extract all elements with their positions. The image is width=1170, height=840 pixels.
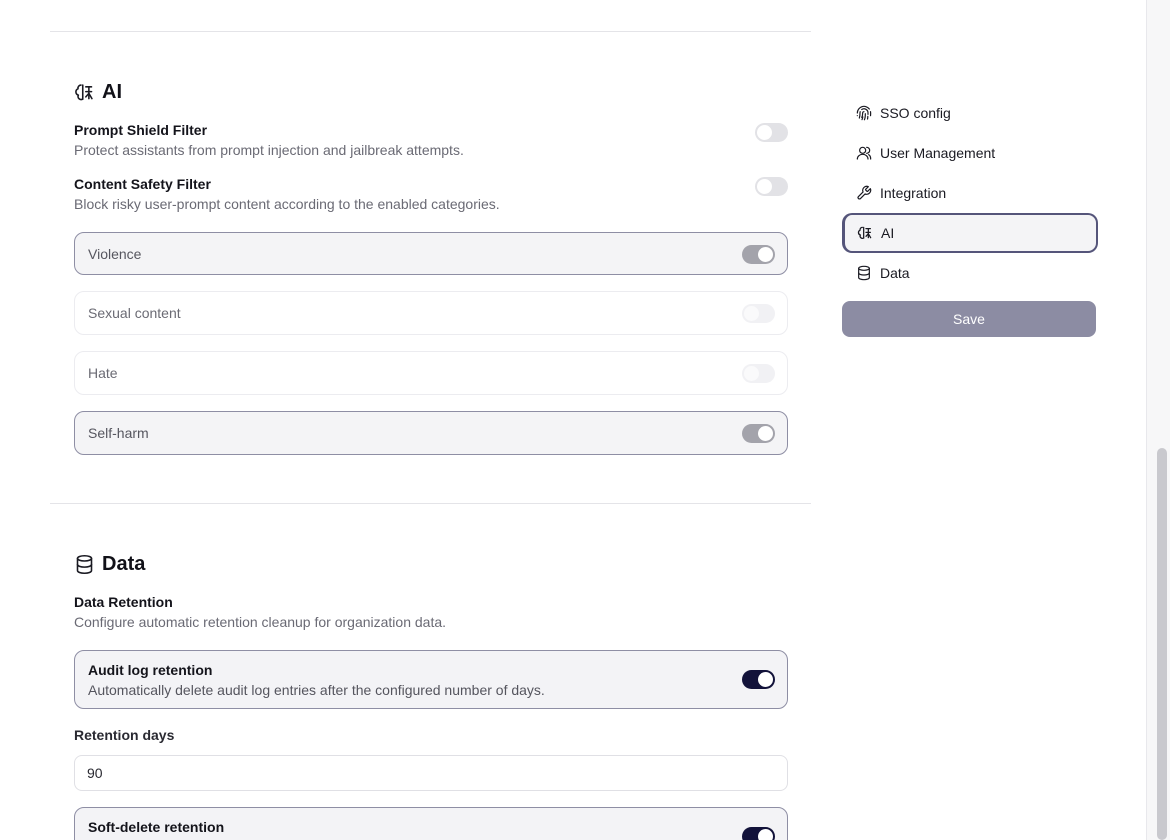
- category-self-harm[interactable]: Self-harm: [74, 411, 788, 455]
- retention-days-label: Retention days: [74, 727, 175, 743]
- prompt-shield-toggle[interactable]: [755, 123, 788, 142]
- category-hate[interactable]: Hate: [74, 351, 788, 395]
- category-label: Violence: [88, 246, 142, 262]
- prompt-shield-description: Protect assistants from prompt injection…: [74, 142, 464, 158]
- data-retention-title: Data Retention: [74, 594, 173, 610]
- soft-delete-retention-title: Soft-delete retention: [88, 819, 225, 835]
- category-violence[interactable]: Violence: [74, 232, 788, 275]
- database-icon: [856, 265, 872, 281]
- nav-item-label: SSO config: [880, 105, 951, 121]
- database-icon: [74, 554, 95, 575]
- category-label: Sexual content: [88, 305, 181, 321]
- audit-log-retention-toggle[interactable]: [742, 670, 775, 689]
- nav-item-integration[interactable]: Integration: [842, 173, 1098, 213]
- data-retention-description: Configure automatic retention cleanup fo…: [74, 614, 447, 630]
- audit-log-retention-title: Audit log retention: [88, 662, 213, 678]
- data-retention-setting: Data Retention Configure automatic reten…: [74, 594, 788, 630]
- audit-log-retention-card[interactable]: Audit log retention Automatically delete…: [74, 650, 788, 709]
- content-safety-title: Content Safety Filter: [74, 176, 211, 192]
- ai-section-header: AI: [74, 81, 788, 104]
- nav-item-label: User Management: [880, 145, 996, 161]
- save-button[interactable]: Save: [842, 301, 1096, 337]
- audit-log-retention-description: Automatically delete audit log entries a…: [88, 682, 545, 698]
- users-icon: [856, 145, 872, 161]
- prompt-shield-title: Prompt Shield Filter: [74, 122, 208, 138]
- category-label: Self-harm: [88, 425, 149, 441]
- ai-section: AI: [74, 81, 788, 104]
- section-divider: [50, 503, 811, 504]
- category-sexual-content-toggle[interactable]: [742, 304, 775, 323]
- category-hate-toggle[interactable]: [742, 364, 775, 383]
- prompt-shield-setting: Prompt Shield Filter Protect assistants …: [74, 122, 788, 158]
- soft-delete-retention-toggle[interactable]: [742, 827, 775, 840]
- section-divider-top: [50, 31, 811, 32]
- nav-item-sso-config[interactable]: SSO config: [842, 93, 1098, 133]
- ai-brain-icon: [74, 82, 95, 103]
- wrench-icon: [856, 185, 872, 201]
- fingerprint-icon: [856, 105, 872, 121]
- data-section-title: Data: [102, 553, 146, 575]
- ai-brain-icon: [857, 225, 873, 241]
- content-safety-description: Block risky user-prompt content accordin…: [74, 196, 500, 212]
- data-section-header: Data: [74, 553, 788, 576]
- ai-section-title: AI: [102, 81, 122, 103]
- nav-item-user-management[interactable]: User Management: [842, 133, 1098, 173]
- data-section: Data: [74, 553, 788, 576]
- settings-nav: SSO config User Management Integration A…: [842, 100, 1098, 293]
- page-scrollbar[interactable]: [1146, 0, 1170, 840]
- category-label: Hate: [88, 365, 118, 381]
- category-sexual-content[interactable]: Sexual content: [74, 291, 788, 335]
- nav-item-label: Data: [880, 265, 910, 281]
- category-violence-toggle[interactable]: [742, 245, 775, 264]
- nav-item-data[interactable]: Data: [842, 253, 1098, 293]
- nav-item-label: AI: [881, 225, 895, 241]
- soft-delete-retention-card[interactable]: Soft-delete retention: [74, 807, 788, 840]
- category-self-harm-toggle[interactable]: [742, 424, 775, 443]
- content-safety-toggle[interactable]: [755, 177, 788, 196]
- retention-days-input[interactable]: [74, 755, 788, 791]
- nav-item-label: Integration: [880, 185, 947, 201]
- nav-item-ai[interactable]: AI: [842, 213, 1098, 253]
- content-safety-setting: Content Safety Filter Block risky user-p…: [74, 176, 788, 212]
- scrollbar-thumb[interactable]: [1157, 448, 1167, 840]
